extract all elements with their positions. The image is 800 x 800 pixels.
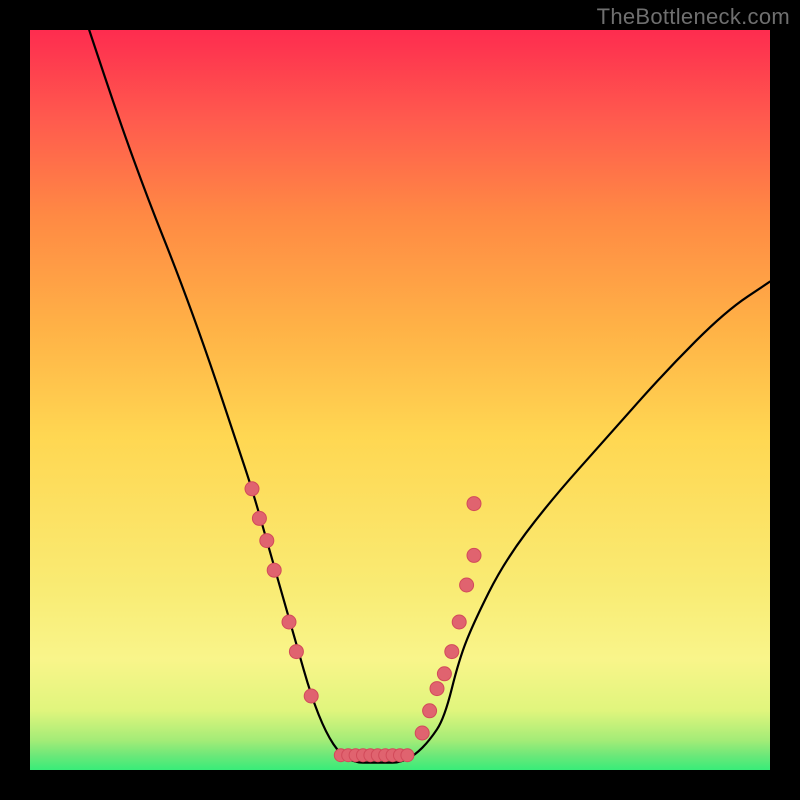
data-point (460, 578, 474, 592)
data-point (267, 563, 281, 577)
data-point (304, 689, 318, 703)
bottleneck-curve (89, 30, 770, 763)
data-point (289, 645, 303, 659)
data-point (401, 749, 414, 762)
data-point (445, 645, 459, 659)
data-point (252, 511, 266, 525)
data-point (467, 548, 481, 562)
curve-overlay (30, 30, 770, 770)
chart-root: TheBottleneck.com (0, 0, 800, 800)
data-point (423, 704, 437, 718)
data-point (415, 726, 429, 740)
data-point (430, 682, 444, 696)
data-point (245, 482, 259, 496)
data-point (260, 534, 274, 548)
data-point (467, 497, 481, 511)
data-point (452, 615, 466, 629)
data-point (437, 667, 451, 681)
plot-area (30, 30, 770, 770)
data-points (245, 482, 481, 762)
data-point (282, 615, 296, 629)
watermark-text: TheBottleneck.com (597, 4, 790, 30)
